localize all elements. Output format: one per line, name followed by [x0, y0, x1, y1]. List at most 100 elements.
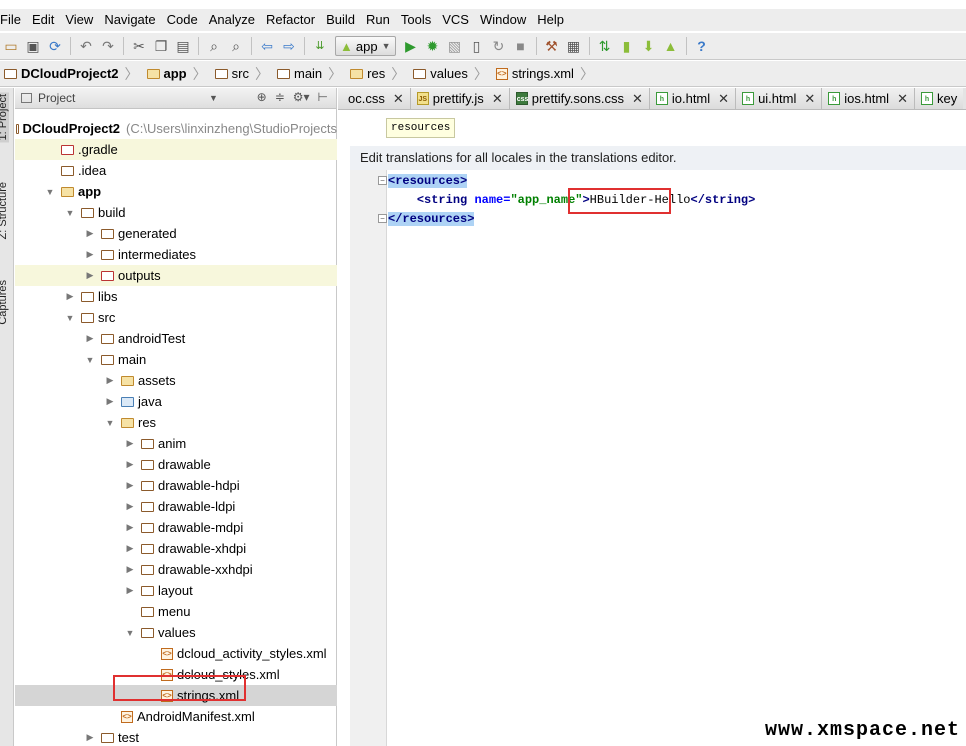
- gradle-sync-icon[interactable]: ⇅: [594, 36, 616, 56]
- menu-view[interactable]: View: [60, 10, 99, 30]
- menu-analyze[interactable]: Analyze: [204, 10, 261, 30]
- expand-arrow-right-icon[interactable]: ▶: [83, 270, 97, 281]
- breadcrumb-strings-xml[interactable]: <> strings.xml 〉: [492, 61, 598, 87]
- tree-node-drawable-ldpi[interactable]: ▶ drawable-ldpi: [15, 496, 337, 517]
- gear-icon[interactable]: ⚙▾: [293, 90, 310, 104]
- expand-arrow-right-icon[interactable]: ▶: [83, 249, 97, 260]
- expand-arrow-right-icon[interactable]: ▶: [123, 438, 137, 449]
- breadcrumb-values[interactable]: values 〉: [409, 61, 492, 87]
- expand-arrow-right-icon[interactable]: ▶: [63, 291, 77, 302]
- help-icon[interactable]: ?: [691, 36, 713, 56]
- back-icon[interactable]: ⇦: [256, 36, 278, 56]
- replace-icon[interactable]: ⌕: [225, 36, 247, 56]
- tree-node-drawable-xhdpi[interactable]: ▶ drawable-xhdpi: [15, 538, 337, 559]
- save-icon[interactable]: ▣: [22, 36, 44, 56]
- close-icon[interactable]: ✕: [718, 91, 729, 107]
- android-monitor-icon[interactable]: ▲: [660, 36, 682, 56]
- sync-icon[interactable]: ⟳: [44, 36, 66, 56]
- tree-node-anim[interactable]: ▶ anim: [15, 433, 337, 454]
- tab-prettify-js[interactable]: JS prettify.js ✕: [410, 88, 510, 109]
- tree-node-dcloud-activity-styles-xml[interactable]: <> dcloud_activity_styles.xml: [15, 643, 337, 664]
- run-icon[interactable]: ▶: [400, 36, 422, 56]
- paste-icon[interactable]: ▤: [172, 36, 194, 56]
- expand-arrow-right-icon[interactable]: ▶: [123, 522, 137, 533]
- tag-breadcrumb-chip[interactable]: resources: [386, 118, 456, 138]
- make-project-icon[interactable]: ⇊: [309, 36, 331, 56]
- close-icon[interactable]: ✕: [632, 91, 643, 107]
- menu-help[interactable]: Help: [532, 10, 570, 30]
- menu-build[interactable]: Build: [321, 10, 361, 30]
- menu-run[interactable]: Run: [361, 10, 396, 30]
- attach-debugger-icon[interactable]: ▯: [466, 36, 488, 56]
- tree-node-drawable-xxhdpi[interactable]: ▶ drawable-xxhdpi: [15, 559, 337, 580]
- menu-edit[interactable]: Edit: [27, 10, 60, 30]
- scroll-from-source-icon[interactable]: ⊕: [257, 90, 267, 104]
- tree-node-app[interactable]: ▼ app: [15, 181, 337, 202]
- expand-arrow-down-icon[interactable]: ▼: [83, 355, 97, 365]
- expand-arrow-right-icon[interactable]: ▶: [83, 732, 97, 743]
- redo-icon[interactable]: ↷: [97, 36, 119, 56]
- tree-node-outputs[interactable]: ▶ outputs: [15, 265, 337, 286]
- breadcrumb-project[interactable]: DCloudProject2 〉: [0, 61, 143, 87]
- menu-navigate[interactable]: Navigate: [99, 10, 161, 30]
- tree-node-drawable-hdpi[interactable]: ▶ drawable-hdpi: [15, 475, 337, 496]
- view-dropdown-icon[interactable]: ▼: [209, 93, 218, 103]
- close-icon[interactable]: ✕: [804, 91, 815, 107]
- cut-icon[interactable]: ✂: [128, 36, 150, 56]
- tree-node-androidmanifest-xml[interactable]: <> AndroidManifest.xml: [15, 706, 337, 727]
- tree-node-main[interactable]: ▼ main: [15, 349, 337, 370]
- close-icon[interactable]: ✕: [393, 91, 404, 107]
- expand-arrow-right-icon[interactable]: ▶: [83, 333, 97, 344]
- tree-node-intermediates[interactable]: ▶ intermediates: [15, 244, 337, 265]
- expand-arrow-right-icon[interactable]: ▶: [123, 459, 137, 470]
- expand-arrow-right-icon[interactable]: ▶: [123, 501, 137, 512]
- menu-vcs[interactable]: VCS: [437, 10, 475, 30]
- stop-icon[interactable]: ■: [510, 36, 532, 56]
- project-structure-icon[interactable]: ▦: [563, 36, 585, 56]
- project-view-selector[interactable]: Project: [38, 91, 75, 105]
- tree-node-drawable[interactable]: ▶ drawable: [15, 454, 337, 475]
- close-icon[interactable]: ✕: [492, 91, 503, 107]
- tool-tab-captures[interactable]: Captures: [0, 280, 9, 325]
- expand-arrow-down-icon[interactable]: ▼: [63, 208, 77, 218]
- fold-toggle-icon[interactable]: −: [378, 214, 387, 223]
- hide-panel-icon[interactable]: ⊢: [318, 90, 328, 104]
- tree-node-drawable-mdpi[interactable]: ▶ drawable-mdpi: [15, 517, 337, 538]
- tree-node-gradle[interactable]: .gradle: [15, 139, 337, 160]
- expand-arrow-right-icon[interactable]: ▶: [123, 480, 137, 491]
- open-folder-icon[interactable]: ▭: [0, 36, 22, 56]
- tree-node-assets[interactable]: ▶ assets: [15, 370, 337, 391]
- tab-io-html[interactable]: h io.html ✕: [649, 88, 737, 109]
- tree-node-values[interactable]: ▼ values: [15, 622, 337, 643]
- expand-arrow-right-icon[interactable]: ▶: [103, 375, 117, 386]
- expand-arrow-down-icon[interactable]: ▼: [123, 628, 137, 638]
- tab-ios-html[interactable]: h ios.html ✕: [822, 88, 915, 109]
- sdk-manager-icon[interactable]: ⬇: [638, 36, 660, 56]
- coverage-icon[interactable]: ▧: [444, 36, 466, 56]
- tree-node-build[interactable]: ▼ build: [15, 202, 337, 223]
- expand-arrow-right-icon[interactable]: ▶: [123, 564, 137, 575]
- tree-node-generated[interactable]: ▶ generated: [15, 223, 337, 244]
- tree-node-java[interactable]: ▶ java: [15, 391, 337, 412]
- collapse-all-icon[interactable]: ≑: [275, 90, 285, 104]
- tab-prettify-sons-css[interactable]: css prettify.sons.css ✕: [509, 88, 650, 109]
- tree-node-res[interactable]: ▼ res: [15, 412, 337, 433]
- undo-icon[interactable]: ↶: [75, 36, 97, 56]
- tree-node-idea[interactable]: .idea: [15, 160, 337, 181]
- rerun-icon[interactable]: ↻: [488, 36, 510, 56]
- tree-node-libs[interactable]: ▶ libs: [15, 286, 337, 307]
- tree-node-menu[interactable]: menu: [15, 601, 337, 622]
- debug-icon[interactable]: ✹: [422, 36, 444, 56]
- menu-window[interactable]: Window: [475, 10, 532, 30]
- tab-oc-css[interactable]: oc.css ✕: [338, 88, 411, 109]
- forward-icon[interactable]: ⇨: [278, 36, 300, 56]
- tree-node-dcloudproject2[interactable]: DCloudProject2 (C:\Users\linxinzheng\Stud…: [15, 118, 337, 139]
- tool-tab-structure[interactable]: Z: Structure: [0, 182, 9, 239]
- expand-arrow-down-icon[interactable]: ▼: [63, 313, 77, 323]
- menu-tools[interactable]: Tools: [396, 10, 437, 30]
- settings-icon[interactable]: ⚒: [541, 36, 563, 56]
- avd-manager-icon[interactable]: ▮: [616, 36, 638, 56]
- breadcrumb-main[interactable]: main 〉: [273, 61, 346, 87]
- tree-node-layout[interactable]: ▶ layout: [15, 580, 337, 601]
- expand-arrow-down-icon[interactable]: ▼: [103, 418, 117, 428]
